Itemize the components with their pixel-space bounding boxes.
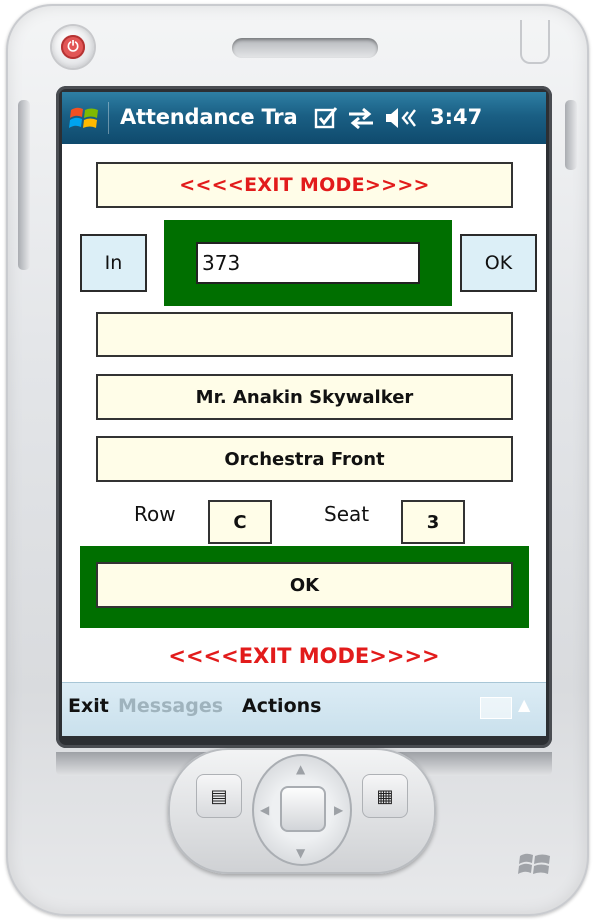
app-title: Attendance Tra <box>120 105 298 129</box>
dpad-right-icon: ▶ <box>334 803 344 817</box>
side-camera-button[interactable] <box>565 100 577 170</box>
speaker-grille <box>232 38 378 58</box>
section-field: Orchestra Front <box>96 436 513 482</box>
dpad-left-icon: ◀ <box>260 803 270 817</box>
id-input[interactable]: 373 <box>196 242 420 284</box>
section-field-text: Orchestra Front <box>224 448 385 470</box>
contacts-key-icon[interactable]: ▤ <box>196 774 242 818</box>
ok-big-button[interactable]: OK <box>96 562 513 608</box>
ok-small-button[interactable]: OK <box>460 234 537 292</box>
mode-banner-top: <<<<EXIT MODE>>>> <box>96 162 513 208</box>
title-separator <box>108 102 109 134</box>
ok-big-button-label: OK <box>289 574 320 596</box>
soft-key-bar: Exit Messages Actions ▲ <box>62 682 546 736</box>
stylus-slot <box>520 20 550 64</box>
message-field <box>96 312 513 357</box>
calendar-key-icon[interactable]: ▦ <box>362 774 408 818</box>
power-button[interactable]: ⏻ <box>52 26 94 68</box>
dpad-center-button[interactable] <box>280 786 326 832</box>
actions-softkey[interactable]: Actions <box>242 695 321 717</box>
exit-softkey[interactable]: Exit <box>68 695 109 717</box>
power-icon: ⏻ <box>61 35 85 59</box>
name-field-text: Mr. Anakin Skywalker <box>195 386 414 408</box>
dpad-down-icon: ▼ <box>296 846 306 860</box>
windows-badge-icon <box>518 853 550 874</box>
windows-start-icon[interactable] <box>68 102 102 134</box>
row-value: C <box>208 500 272 544</box>
name-field: Mr. Anakin Skywalker <box>96 374 513 420</box>
keyboard-icon[interactable] <box>480 697 512 719</box>
volume-icon <box>386 108 416 128</box>
screen: Attendance Tra 3:47 <<<<EXIT MODE>>>> In… <box>62 92 546 736</box>
in-button[interactable]: In <box>80 234 147 292</box>
mode-banner-top-text: <<<<EXIT MODE>>>> <box>179 174 430 196</box>
checkbox-icon <box>314 107 338 129</box>
navigation-cluster: ▤ ▦ ▲ ▼ ◀ ▶ <box>168 748 436 874</box>
title-bar: Attendance Tra 3:47 <box>62 92 546 144</box>
clock: 3:47 <box>430 105 483 129</box>
connectivity-icon <box>349 107 373 130</box>
side-volume-button[interactable] <box>18 100 30 270</box>
row-label: Row <box>134 502 176 526</box>
chevron-up-icon[interactable]: ▲ <box>518 695 530 714</box>
dpad-up-icon: ▲ <box>296 762 306 776</box>
messages-softkey[interactable]: Messages <box>118 695 223 717</box>
mode-banner-bottom: <<<<EXIT MODE>>>> <box>168 644 440 668</box>
seat-label: Seat <box>324 502 370 526</box>
seat-value: 3 <box>401 500 465 544</box>
